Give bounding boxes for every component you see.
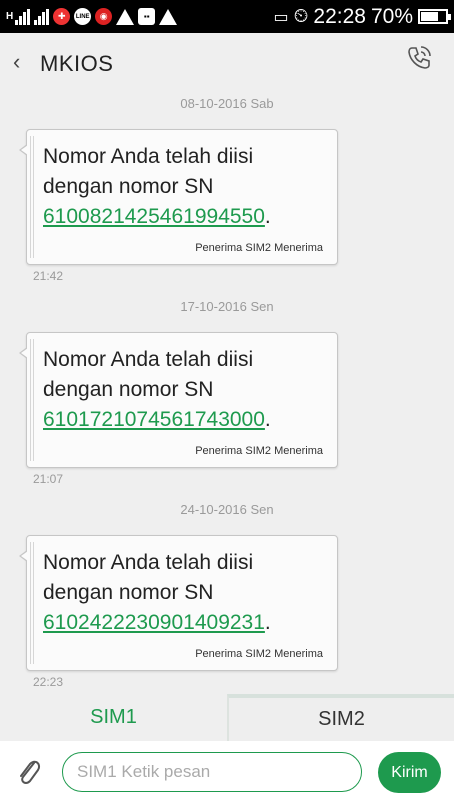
message-time: 21:07 <box>33 472 64 486</box>
delivery-status: Penerima SIM2 Menerima <box>195 242 323 254</box>
message-time: 22:23 <box>33 675 64 689</box>
delivery-status: Penerima SIM2 Menerima <box>195 445 323 457</box>
warning-icon <box>159 8 178 25</box>
message-date: 08-10-2016 Sab <box>180 96 274 111</box>
message-date: 17-10-2016 Sen <box>180 299 274 314</box>
conversation-title: MKIOS <box>40 51 114 76</box>
sim-icon: ▭ <box>273 8 289 26</box>
notification-icon: ◉ <box>95 8 113 25</box>
tab-sim1[interactable]: SIM1 <box>0 694 227 741</box>
status-right: ▭ ⏲ 22:28 70% <box>273 4 451 29</box>
message-bubble[interactable]: Nomor Anda telah diisi dengan nomor SN 6… <box>19 535 338 671</box>
send-button[interactable]: Kirim <box>378 752 441 793</box>
paperclip-icon[interactable] <box>14 755 42 789</box>
message-time: 21:42 <box>33 269 64 283</box>
sim-tabs: SIM1 SIM2 <box>0 694 454 741</box>
signal-icon <box>15 8 31 25</box>
line-app-icon: LINE <box>74 8 92 25</box>
phone-icon[interactable] <box>404 43 434 73</box>
message-text: Nomor Anda telah diisi dengan nomor SN 6… <box>43 348 271 431</box>
status-bar: H ✚ LINE ◉ ▪▪ ▭ ⏲ 22:28 70% <box>0 0 454 33</box>
status-left-icons: H ✚ LINE ◉ ▪▪ <box>6 8 178 25</box>
serial-number-link[interactable]: 6102422230901409231 <box>43 611 265 634</box>
message-input[interactable]: SIM1 Ketik pesan <box>62 752 362 792</box>
message-date: 24-10-2016 Sen <box>180 502 274 517</box>
status-time: 22:28 <box>313 4 366 28</box>
warning-icon <box>116 8 135 25</box>
battery-icon <box>418 9 451 24</box>
alarm-icon: ⏲ <box>293 5 309 27</box>
compose-bar: SIM1 Ketik pesan Kirim <box>0 741 454 807</box>
network-type-label: H <box>6 11 14 22</box>
tab-sim2[interactable]: SIM2 <box>227 694 454 741</box>
message-bubble[interactable]: Nomor Anda telah diisi dengan nomor SN 6… <box>19 129 338 265</box>
battery-percent: 70% <box>370 4 413 28</box>
conversation-header: ‹ MKIOS <box>0 33 454 91</box>
gift-icon: ✚ <box>53 8 71 25</box>
bbm-icon: ▪▪ <box>138 8 156 25</box>
signal-icon <box>34 8 50 25</box>
message-text: Nomor Anda telah diisi dengan nomor SN 6… <box>43 145 271 228</box>
message-bubble[interactable]: Nomor Anda telah diisi dengan nomor SN 6… <box>19 332 338 468</box>
message-text: Nomor Anda telah diisi dengan nomor SN 6… <box>43 551 271 634</box>
serial-number-link[interactable]: 6100821425461994550 <box>43 205 265 228</box>
delivery-status: Penerima SIM2 Menerima <box>195 648 323 660</box>
back-icon[interactable]: ‹ <box>13 49 20 75</box>
serial-number-link[interactable]: 6101721074561743000 <box>43 408 265 431</box>
